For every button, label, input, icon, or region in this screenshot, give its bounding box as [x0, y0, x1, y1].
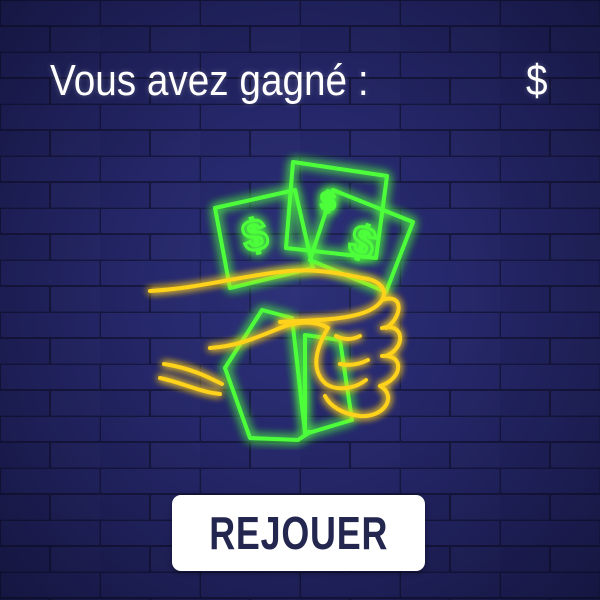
svg-text:$: $: [238, 209, 272, 262]
currency-symbol: $: [526, 56, 548, 105]
replay-button-label: REJOUER: [209, 507, 388, 559]
game-over-screen: Vous avez gagné : $ $ $ $ REJOUER: [0, 0, 600, 600]
replay-button[interactable]: REJOUER: [172, 495, 425, 571]
neon-hand-holding-money-icon: $ $ $: [148, 160, 415, 442]
win-label: Vous avez gagné :: [50, 56, 369, 105]
svg-text:$: $: [343, 215, 381, 269]
hand-icon: [148, 268, 403, 419]
svg-text:$: $: [321, 186, 336, 216]
